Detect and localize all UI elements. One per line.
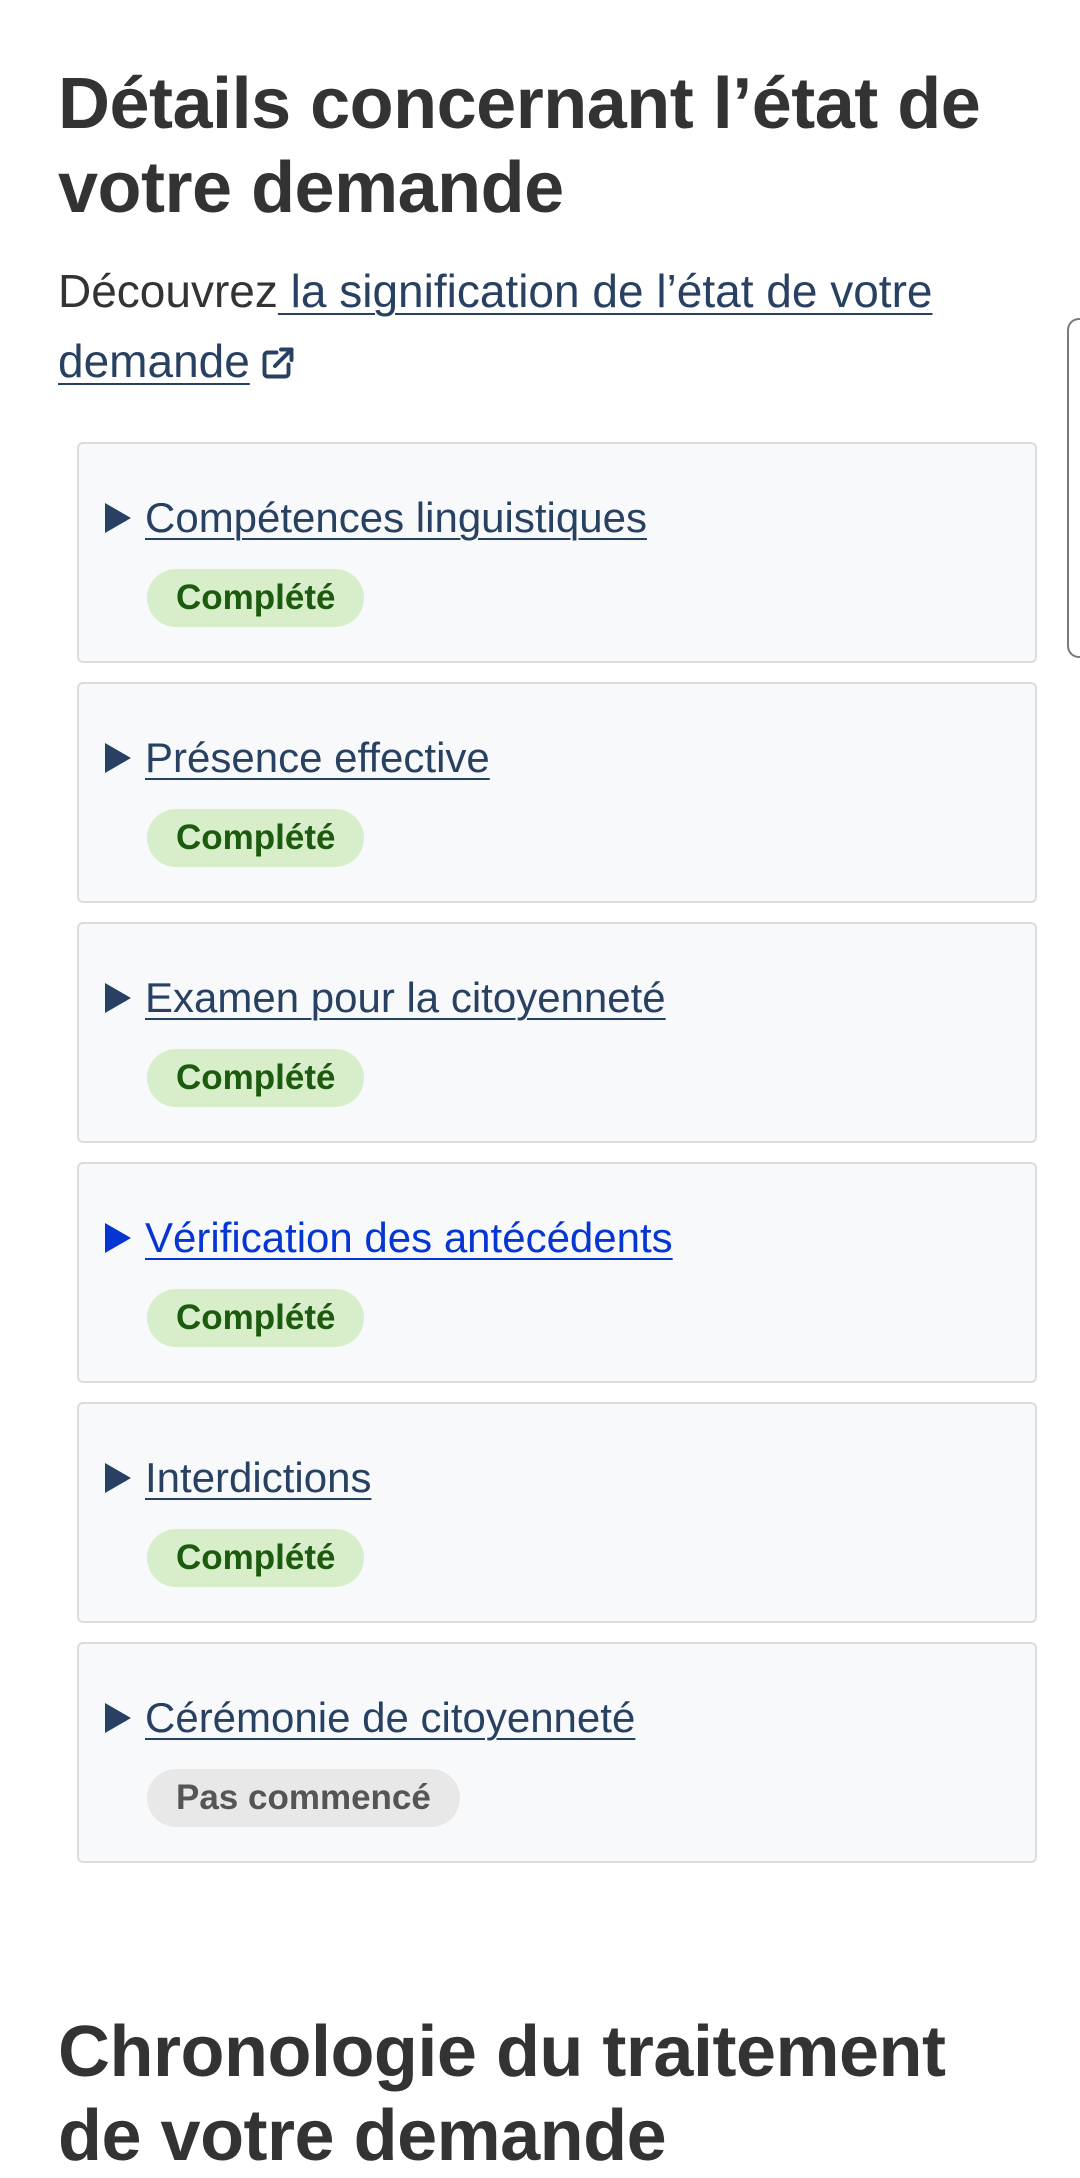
expand-arrow-icon <box>105 1463 131 1493</box>
panel-background-check: Vérification des antécédents Complété <box>77 1162 1037 1383</box>
expand-arrow-icon <box>105 1223 131 1253</box>
panel-title: Présence effective <box>145 734 490 781</box>
panel-summary-physical-presence[interactable]: Présence effective <box>105 730 490 786</box>
intro-text: Découvrez <box>58 265 278 317</box>
panel-prohibitions: Interdictions Complété <box>77 1402 1037 1623</box>
panel-title: Interdictions <box>145 1454 372 1501</box>
panel-physical-presence: Présence effective Complété <box>77 682 1037 903</box>
status-badge: Complété <box>147 1529 365 1587</box>
panel-title: Compétences linguistiques <box>145 494 647 541</box>
expand-arrow-icon <box>105 743 131 773</box>
status-badge: Complété <box>147 1049 365 1107</box>
panel-citizenship-ceremony: Cérémonie de citoyenneté Pas commencé <box>77 1642 1037 1863</box>
status-badge: Complété <box>147 1289 365 1347</box>
panel-summary-language-skills[interactable]: Compétences linguistiques <box>105 490 647 546</box>
expand-arrow-icon <box>105 1703 131 1733</box>
panel-citizenship-test: Examen pour la citoyenneté Complété <box>77 922 1037 1143</box>
panel-summary-citizenship-test[interactable]: Examen pour la citoyenneté <box>105 970 666 1026</box>
panel-language-skills: Compétences linguistiques Complété <box>77 442 1037 663</box>
status-badge: Complété <box>147 569 365 627</box>
panel-summary-background-check[interactable]: Vérification des antécédents <box>105 1210 673 1266</box>
status-badge: Pas commencé <box>147 1769 460 1827</box>
panel-title: Vérification des antécédents <box>145 1214 673 1261</box>
panel-title: Examen pour la citoyenneté <box>145 974 666 1021</box>
expand-arrow-icon <box>105 503 131 533</box>
timeline-heading: Chronologie du traitement de votre deman… <box>58 2012 946 2176</box>
expand-arrow-icon <box>105 983 131 1013</box>
panel-title: Cérémonie de citoyenneté <box>145 1694 636 1741</box>
status-badge: Complété <box>147 809 365 867</box>
panel-summary-citizenship-ceremony[interactable]: Cérémonie de citoyenneté <box>105 1690 635 1746</box>
intro-paragraph: Découvrez la signification de l’état de … <box>58 256 1038 396</box>
status-panels: Compétences linguistiques Complété Prése… <box>77 442 1037 1882</box>
external-link-icon <box>262 347 294 379</box>
panel-summary-prohibitions[interactable]: Interdictions <box>105 1450 371 1506</box>
side-feedback-tab[interactable] <box>1067 318 1080 658</box>
details-heading: Détails concernant l’état de votre deman… <box>58 64 981 228</box>
